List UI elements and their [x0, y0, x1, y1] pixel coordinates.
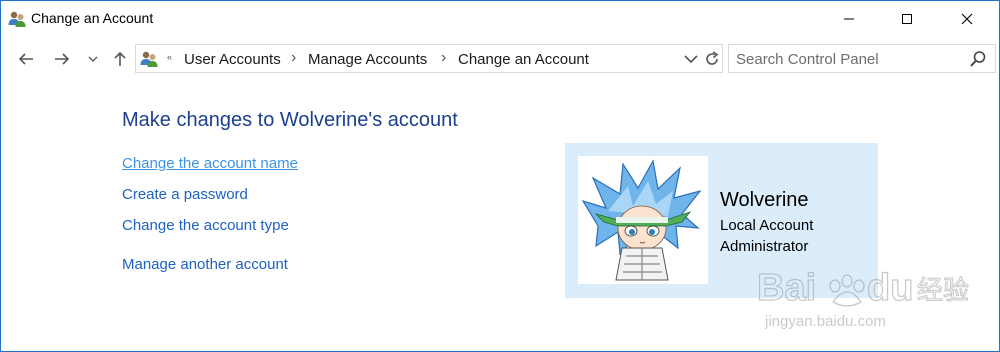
maximize-icon [902, 14, 912, 24]
svg-text:du: du [867, 267, 913, 309]
manage-another-account-link[interactable]: Manage another account [122, 256, 288, 273]
close-icon [961, 13, 973, 25]
breadcrumb-separator[interactable]: › [441, 49, 446, 67]
svg-text:jingyan.baidu.com: jingyan.baidu.com [764, 313, 886, 330]
user-accounts-icon [8, 11, 26, 27]
account-type: Local Account [720, 217, 814, 234]
search-icon[interactable] [969, 50, 987, 68]
up-button[interactable] [110, 48, 130, 70]
page-heading: Make changes to Wolverine's account [122, 109, 458, 131]
breadcrumb-change-an-account[interactable]: Change an Account [458, 51, 589, 68]
avatar [578, 156, 708, 284]
user-accounts-icon [140, 51, 158, 67]
minimize-icon [844, 18, 854, 20]
maximize-button[interactable] [884, 0, 930, 38]
anime-character-avatar [581, 159, 702, 281]
breadcrumb-user-accounts[interactable]: User Accounts [184, 51, 281, 68]
change-account-type-link[interactable]: Change the account type [122, 217, 289, 234]
chevron-down-icon [88, 56, 98, 62]
address-bar[interactable]: « User Accounts › Manage Accounts › Chan… [135, 44, 723, 73]
recent-locations-button[interactable] [86, 48, 100, 70]
close-button[interactable] [944, 0, 990, 38]
account-name: Wolverine [720, 189, 809, 211]
account-role: Administrator [720, 238, 809, 255]
svg-text:Bai: Bai [757, 267, 816, 309]
minimize-button[interactable] [826, 0, 872, 38]
arrow-right-icon [55, 53, 70, 65]
arrow-up-icon [114, 51, 126, 66]
chevron-down-icon[interactable] [682, 51, 700, 67]
forward-button[interactable] [50, 48, 74, 70]
arrow-left-icon [18, 53, 33, 65]
baidu-watermark-logo: Bai du 经验 jingyan.baidu.com [756, 266, 969, 330]
refresh-icon[interactable] [702, 49, 722, 69]
breadcrumb-manage-accounts[interactable]: Manage Accounts [308, 51, 427, 68]
search-input[interactable] [736, 50, 956, 68]
title-bar: Change an Account [0, 0, 1000, 38]
change-account-name-link[interactable]: Change the account name [122, 155, 298, 172]
search-box[interactable] [728, 44, 996, 73]
breadcrumb-separator[interactable]: › [291, 49, 296, 67]
breadcrumb-overflow[interactable]: « [167, 52, 172, 62]
window-title: Change an Account [31, 10, 154, 26]
create-password-link[interactable]: Create a password [122, 186, 248, 203]
back-button[interactable] [14, 48, 38, 70]
svg-text:经验: 经验 [917, 276, 969, 306]
